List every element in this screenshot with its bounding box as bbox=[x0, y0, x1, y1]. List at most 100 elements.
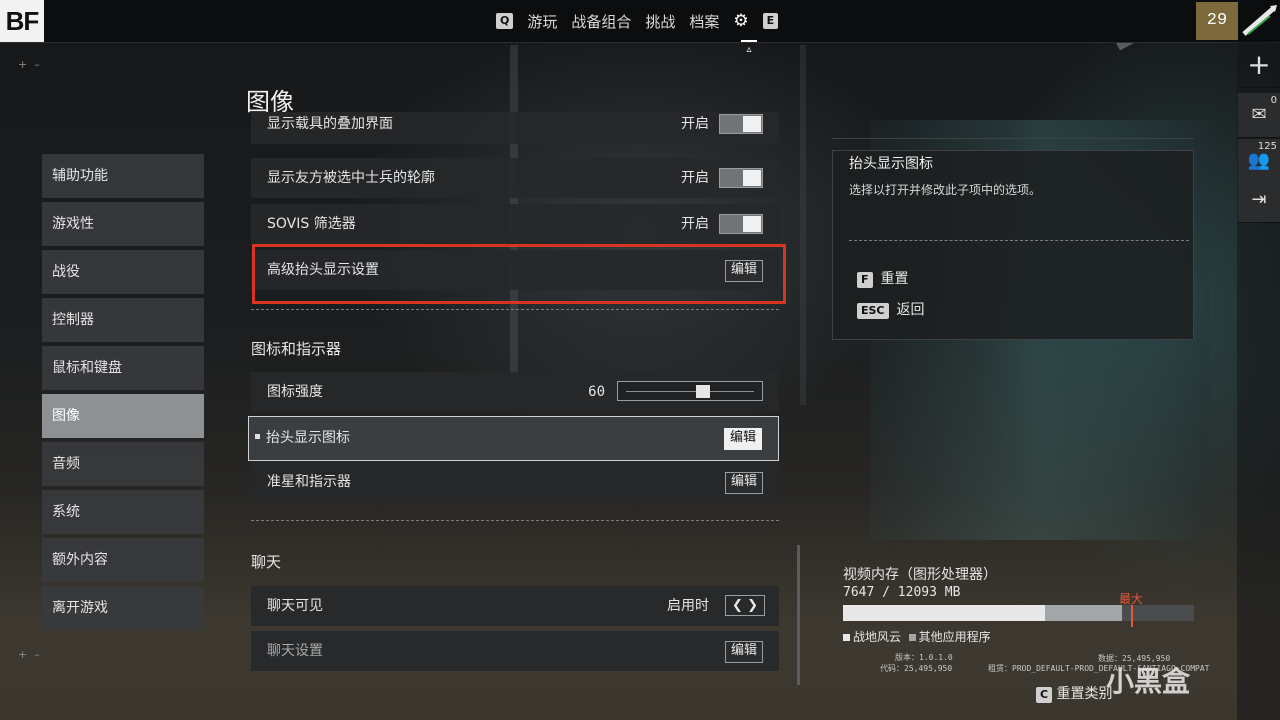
info-title: 抬头显示图标 bbox=[849, 156, 933, 172]
reset-label: 重置 bbox=[880, 271, 909, 287]
setting-label: 图标强度 bbox=[267, 384, 323, 400]
crosshair-row[interactable]: 准星和指示器 编辑 bbox=[251, 462, 779, 502]
toggle-switch[interactable] bbox=[719, 168, 763, 188]
info-panel: 抬头显示图标 选择以打开并修改此子项中的选项。 F 重置 ESC 返回 bbox=[832, 150, 1194, 340]
mail-icon: ✉ bbox=[1251, 104, 1267, 125]
legend-swatch-game bbox=[843, 634, 850, 641]
edit-button[interactable]: 编辑 bbox=[724, 472, 763, 494]
triangle-up-icon: ▵ bbox=[746, 44, 752, 55]
back-key: ESC bbox=[857, 303, 889, 319]
sidebar-item-quit-game[interactable]: 离开游戏 bbox=[42, 586, 204, 630]
sidebar-item-mouse-keyboard[interactable]: 鼠标和键盘 bbox=[42, 346, 204, 390]
toggle-switch[interactable] bbox=[719, 214, 763, 234]
nav-item-play[interactable]: 游玩 bbox=[527, 11, 557, 32]
nav-item-challenges[interactable]: 挑战 bbox=[645, 11, 675, 32]
sidebar-item-controller[interactable]: 控制器 bbox=[42, 298, 204, 342]
nav-item-loadout[interactable]: 战备组合 bbox=[571, 11, 631, 32]
reset-category-action[interactable]: C 重置类别 bbox=[1036, 683, 1113, 703]
nav-item-profile[interactable]: 档案 bbox=[689, 11, 719, 32]
reset-action[interactable]: F 重置 bbox=[857, 268, 909, 288]
top-nav: Q 游玩 战备组合 挑战 档案 ⚙ E bbox=[496, 0, 779, 42]
exit-icon: ⇥ bbox=[1251, 189, 1267, 210]
edit-button[interactable]: 编辑 bbox=[723, 428, 762, 450]
info-description: 选择以打开并修改此子项中的选项。 bbox=[849, 183, 1042, 197]
setting-row[interactable]: SOVIS 筛选器 开启 bbox=[251, 204, 779, 244]
setting-row[interactable]: 显示载具的叠加界面 开启 bbox=[251, 112, 779, 144]
sidebar-item-audio[interactable]: 音频 bbox=[42, 442, 204, 486]
reset-category-key: C bbox=[1036, 687, 1053, 703]
sidebar-item-accessibility[interactable]: 辅助功能 bbox=[42, 154, 204, 198]
section-divider bbox=[251, 309, 779, 310]
toggle-knob bbox=[743, 216, 761, 232]
setting-row[interactable]: 显示友方被选中士兵的轮廓 开启 bbox=[251, 158, 779, 198]
weapon-icon bbox=[1242, 5, 1277, 36]
toggle-switch[interactable] bbox=[719, 114, 763, 134]
setting-value: 启用时 bbox=[667, 598, 709, 614]
setting-label: 显示友方被选中士兵的轮廓 bbox=[267, 170, 435, 186]
settings-sidebar: 辅助功能 游戏性 战役 控制器 鼠标和键盘 图像 音频 系统 额外内容 离开游戏 bbox=[42, 154, 204, 634]
setting-label: SOVIS 筛选器 bbox=[267, 216, 356, 232]
section-divider bbox=[251, 520, 779, 521]
vram-other-fill bbox=[1045, 605, 1122, 621]
slider-value: 60 bbox=[588, 384, 605, 400]
legend-swatch-other bbox=[908, 634, 916, 641]
chevron-right-icon[interactable]: ❯ bbox=[747, 598, 758, 613]
section-title-chat: 聊天 bbox=[251, 553, 282, 571]
squad-icon: 👥 bbox=[1247, 150, 1271, 171]
sidebar-item-system[interactable]: 系统 bbox=[42, 490, 204, 534]
chat-visible-row[interactable]: 聊天可见 启用时 ❮ ❯ bbox=[251, 586, 779, 626]
setting-label: 聊天可见 bbox=[267, 598, 323, 614]
setting-label: 聊天设置 bbox=[267, 643, 323, 659]
game-logo[interactable]: BF bbox=[0, 0, 44, 42]
sidebar-item-extra-content[interactable]: 额外内容 bbox=[42, 538, 204, 582]
back-label: 返回 bbox=[896, 302, 925, 318]
sidebar-item-campaign[interactable]: 战役 bbox=[42, 250, 204, 294]
vram-game-fill bbox=[843, 605, 1045, 621]
mail-button[interactable]: ✉ 0 bbox=[1238, 93, 1280, 138]
toggle-knob bbox=[743, 116, 761, 132]
vram-max-marker bbox=[1131, 605, 1133, 627]
squad-count: 125 bbox=[1257, 141, 1277, 152]
nav-left-key[interactable]: Q bbox=[496, 13, 514, 29]
chevron-left-icon[interactable]: ❮ bbox=[732, 598, 743, 613]
gear-icon[interactable]: ⚙ bbox=[733, 11, 748, 31]
info-divider bbox=[849, 240, 1189, 241]
slider-track bbox=[626, 391, 754, 392]
vram-bar bbox=[843, 605, 1194, 621]
setting-value: 开启 bbox=[681, 216, 709, 232]
edit-button[interactable]: 编辑 bbox=[724, 641, 763, 663]
exit-button[interactable]: ⇥ bbox=[1238, 178, 1280, 223]
vram-legend: 战地风云 其他应用程序 bbox=[843, 628, 991, 645]
value-selector[interactable]: ❮ ❯ bbox=[725, 595, 765, 616]
legend-game: 战地风云 bbox=[853, 630, 902, 644]
add-button[interactable]: + bbox=[1238, 43, 1280, 88]
corner-mark: + – bbox=[18, 648, 40, 661]
nav-right-key[interactable]: E bbox=[762, 13, 779, 29]
sidebar-item-gameplay[interactable]: 游戏性 bbox=[42, 202, 204, 246]
version-text: 版本：1.0.1.0 bbox=[895, 653, 953, 662]
icon-strength-row[interactable]: 图标强度 60 bbox=[251, 372, 779, 412]
setting-label: 准星和指示器 bbox=[267, 474, 351, 490]
slider-thumb[interactable] bbox=[696, 385, 710, 398]
sidebar-item-graphics[interactable]: 图像 bbox=[42, 394, 204, 438]
code-text: 代码：25,495,950 bbox=[880, 664, 953, 673]
setting-label: 显示载具的叠加界面 bbox=[267, 116, 393, 132]
chat-settings-row[interactable]: 聊天设置 编辑 bbox=[251, 631, 779, 671]
toggle-knob bbox=[743, 170, 761, 186]
setting-value: 开启 bbox=[681, 170, 709, 186]
hud-icons-row[interactable]: 抬头显示图标 编辑 bbox=[248, 416, 779, 461]
vram-title: 视频内存（图形处理器） bbox=[843, 567, 997, 583]
back-action[interactable]: ESC 返回 bbox=[857, 299, 925, 319]
setting-label: 抬头显示图标 bbox=[266, 430, 350, 446]
reset-key: F bbox=[857, 272, 873, 288]
rank-badge[interactable]: 29 bbox=[1196, 2, 1238, 40]
corner-mark: + – bbox=[18, 58, 40, 71]
setting-value: 开启 bbox=[681, 116, 709, 132]
highlight-annotation bbox=[252, 244, 786, 304]
top-bar: BF Q 游玩 战备组合 挑战 档案 ⚙ E 29 bbox=[0, 0, 1280, 43]
icon-strength-slider[interactable] bbox=[617, 381, 763, 401]
reset-category-label: 重置类别 bbox=[1056, 686, 1113, 702]
background-beam bbox=[800, 45, 806, 405]
vram-separator bbox=[797, 545, 800, 685]
selected-bullet bbox=[255, 434, 260, 439]
